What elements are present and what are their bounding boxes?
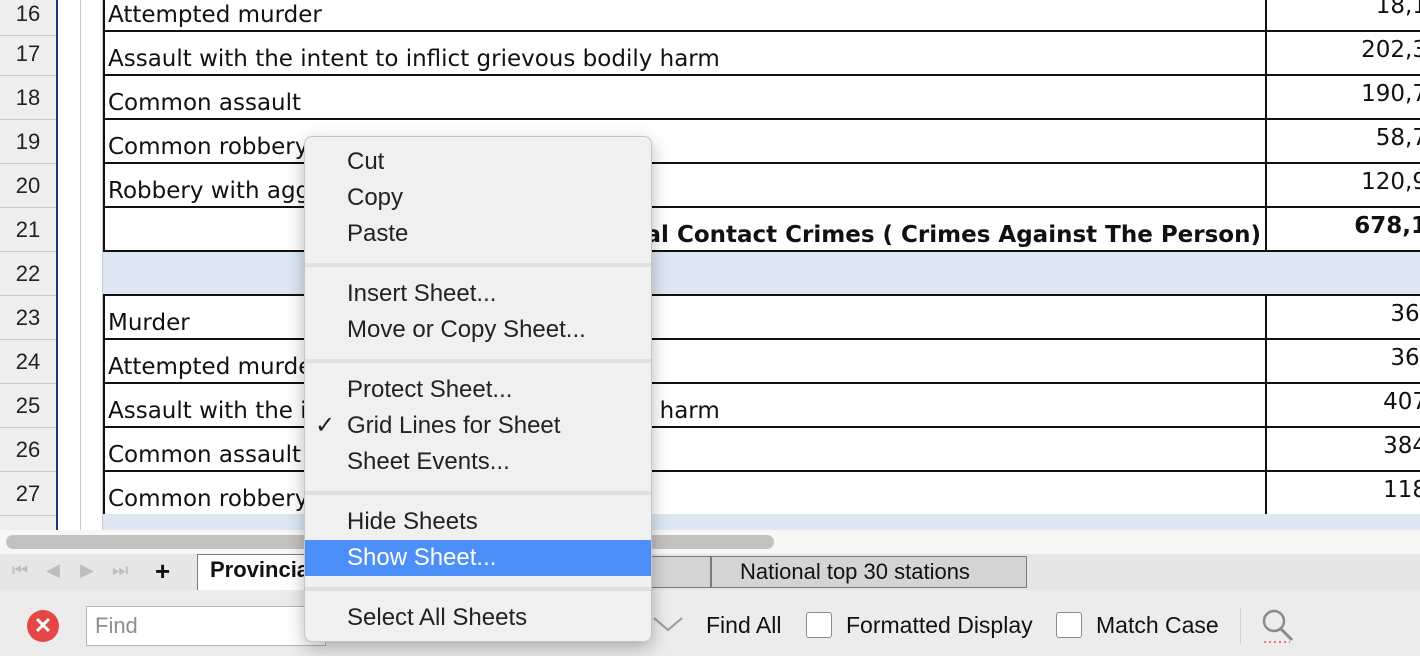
formatted-display-checkbox[interactable] bbox=[806, 612, 832, 638]
column-a[interactable] bbox=[58, 0, 81, 530]
cell-crime-label[interactable]: Common robbery bbox=[103, 472, 1267, 514]
cell-crime-value[interactable]: 58,7 bbox=[1267, 120, 1420, 162]
table-row[interactable]: Murder 36. bbox=[103, 296, 1420, 340]
menu-item-cut[interactable]: Cut bbox=[305, 144, 651, 180]
table-row-total[interactable]: Total Contact Crimes ( Crimes Against Th… bbox=[103, 208, 1420, 252]
menu-separator bbox=[305, 359, 651, 363]
cell-blank[interactable] bbox=[103, 252, 1267, 294]
close-find-button[interactable]: ✕ bbox=[27, 610, 59, 642]
cell-crime-label[interactable]: Assault with the intent to inflict griev… bbox=[103, 32, 1267, 74]
toolbar-separator bbox=[1240, 608, 1241, 644]
cell-crime-label[interactable]: Attempted murder bbox=[103, 340, 1267, 382]
column-b[interactable] bbox=[80, 0, 103, 530]
cell-crime-label[interactable]: Attempted murder bbox=[103, 0, 1267, 30]
row-number[interactable]: 20 bbox=[0, 164, 56, 208]
row-number[interactable]: 18 bbox=[0, 76, 56, 120]
add-sheet-button[interactable]: + bbox=[155, 556, 170, 587]
menu-item-protect-sheet[interactable]: Protect Sheet... bbox=[305, 372, 651, 408]
cell-crime-label[interactable]: Common assault bbox=[103, 76, 1267, 118]
menu-item-grid-lines[interactable]: ✓ Grid Lines for Sheet bbox=[305, 408, 651, 444]
next-sheet-icon[interactable]: ▶ bbox=[80, 560, 94, 581]
row-number[interactable]: 23 bbox=[0, 296, 56, 340]
table-row[interactable]: Attempted murder 18,1 bbox=[103, 0, 1420, 32]
cell-total-value[interactable]: 678,1 bbox=[1267, 208, 1420, 250]
row-number[interactable]: 17 bbox=[0, 32, 56, 76]
table-row[interactable]: Assault with the intent to inflict griev… bbox=[103, 32, 1420, 76]
find-input[interactable] bbox=[86, 606, 326, 646]
cell-crime-value[interactable]: 190,7 bbox=[1267, 76, 1420, 118]
menu-separator bbox=[305, 263, 651, 267]
row-number[interactable]: 21 bbox=[0, 208, 56, 252]
menu-item-grid-lines-label: Grid Lines for Sheet bbox=[347, 412, 561, 439]
cell-crime-label[interactable]: Assault with the intent to inflict griev… bbox=[103, 384, 1267, 426]
row-number[interactable]: 27 bbox=[0, 472, 56, 516]
cell-crime-label[interactable]: Common assault bbox=[103, 428, 1267, 470]
menu-item-insert-sheet[interactable]: Insert Sheet... bbox=[305, 276, 651, 312]
match-case-checkbox[interactable] bbox=[1056, 612, 1082, 638]
row-number[interactable]: 25 bbox=[0, 384, 56, 428]
cell-crime-label[interactable]: Murder bbox=[103, 296, 1267, 338]
cell-crime-value[interactable]: 18,1 bbox=[1267, 0, 1420, 30]
menu-separator bbox=[305, 491, 651, 495]
cell-crime-value[interactable]: 36. bbox=[1267, 340, 1420, 382]
last-sheet-icon[interactable]: ⏭ bbox=[112, 560, 128, 581]
table-row-blank[interactable] bbox=[103, 252, 1420, 296]
cell-crime-label[interactable]: Robbery with aggravating circumstances bbox=[103, 164, 1267, 206]
sheet-context-menu: Cut Copy Paste Insert Sheet... Move or C… bbox=[304, 136, 652, 642]
cell-crime-value[interactable]: 118 bbox=[1267, 472, 1420, 514]
table-row[interactable]: Attempted murder 36. bbox=[103, 340, 1420, 384]
cell-crime-label[interactable]: Common robbery bbox=[103, 120, 1267, 162]
cell-total-label[interactable]: Total Contact Crimes ( Crimes Against Th… bbox=[103, 208, 1267, 250]
cell-crime-value[interactable]: 407 bbox=[1267, 384, 1420, 426]
menu-item-paste[interactable]: Paste bbox=[305, 216, 651, 252]
table-row[interactable]: Assault with the intent to inflict griev… bbox=[103, 384, 1420, 428]
table-row[interactable]: Common assault 190,7 bbox=[103, 76, 1420, 120]
tab-national-top-30-stations[interactable]: National top 30 stations bbox=[711, 556, 1027, 588]
row-number[interactable]: 16 bbox=[0, 0, 56, 36]
cell-crime-value[interactable]: 120,9 bbox=[1267, 164, 1420, 206]
match-case-label: Match Case bbox=[1096, 612, 1219, 638]
row-number[interactable]: 26 bbox=[0, 428, 56, 472]
row-number[interactable]: 19 bbox=[0, 120, 56, 164]
menu-separator bbox=[305, 587, 651, 591]
table-row[interactable]: Common robbery 118 bbox=[103, 472, 1420, 516]
formatted-display-label: Formatted Display bbox=[846, 612, 1033, 638]
first-sheet-icon[interactable]: ⏮ bbox=[12, 560, 28, 581]
menu-item-show-sheet[interactable]: Show Sheet... bbox=[305, 540, 651, 576]
search-icon[interactable] bbox=[1260, 608, 1296, 644]
row-header-column: 16 17 18 19 20 21 22 23 24 25 26 27 bbox=[0, 0, 56, 530]
cell-crime-value[interactable]: 384 bbox=[1267, 428, 1420, 470]
row-number[interactable]: 24 bbox=[0, 340, 56, 384]
table-row[interactable]: Common assault 384 bbox=[103, 428, 1420, 472]
find-options-chevron-icon[interactable] bbox=[650, 614, 686, 634]
find-toolbar: ✕ Find All Formatted Display Match Case bbox=[0, 590, 1420, 656]
cell-crime-value[interactable]: 36. bbox=[1267, 296, 1420, 338]
horizontal-scrollbar[interactable] bbox=[0, 530, 1420, 554]
checkmark-icon: ✓ bbox=[315, 412, 336, 439]
menu-item-move-copy-sheet[interactable]: Move or Copy Sheet... bbox=[305, 312, 651, 348]
spreadsheet-grid[interactable]: 16 17 18 19 20 21 22 23 24 25 26 27 Atte… bbox=[0, 0, 1420, 530]
menu-item-copy[interactable]: Copy bbox=[305, 180, 651, 216]
cell-crime-value[interactable]: 202,3 bbox=[1267, 32, 1420, 74]
row-number[interactable]: 22 bbox=[0, 252, 56, 296]
menu-item-sheet-events[interactable]: Sheet Events... bbox=[305, 444, 651, 480]
find-all-button[interactable]: Find All bbox=[706, 612, 781, 639]
menu-item-select-all-sheets[interactable]: Select All Sheets bbox=[305, 600, 651, 636]
sheet-tab-bar: ⏮ ◀ ▶ ⏭ + Provincial Statistics National… bbox=[0, 554, 1420, 590]
table-row-partial bbox=[103, 514, 1420, 530]
table-row[interactable]: Common robbery 58,7 bbox=[103, 120, 1420, 164]
prev-sheet-icon[interactable]: ◀ bbox=[46, 560, 60, 581]
menu-item-hide-sheets[interactable]: Hide Sheets bbox=[305, 504, 651, 540]
table-row[interactable]: Robbery with aggravating circumstances 1… bbox=[103, 164, 1420, 208]
